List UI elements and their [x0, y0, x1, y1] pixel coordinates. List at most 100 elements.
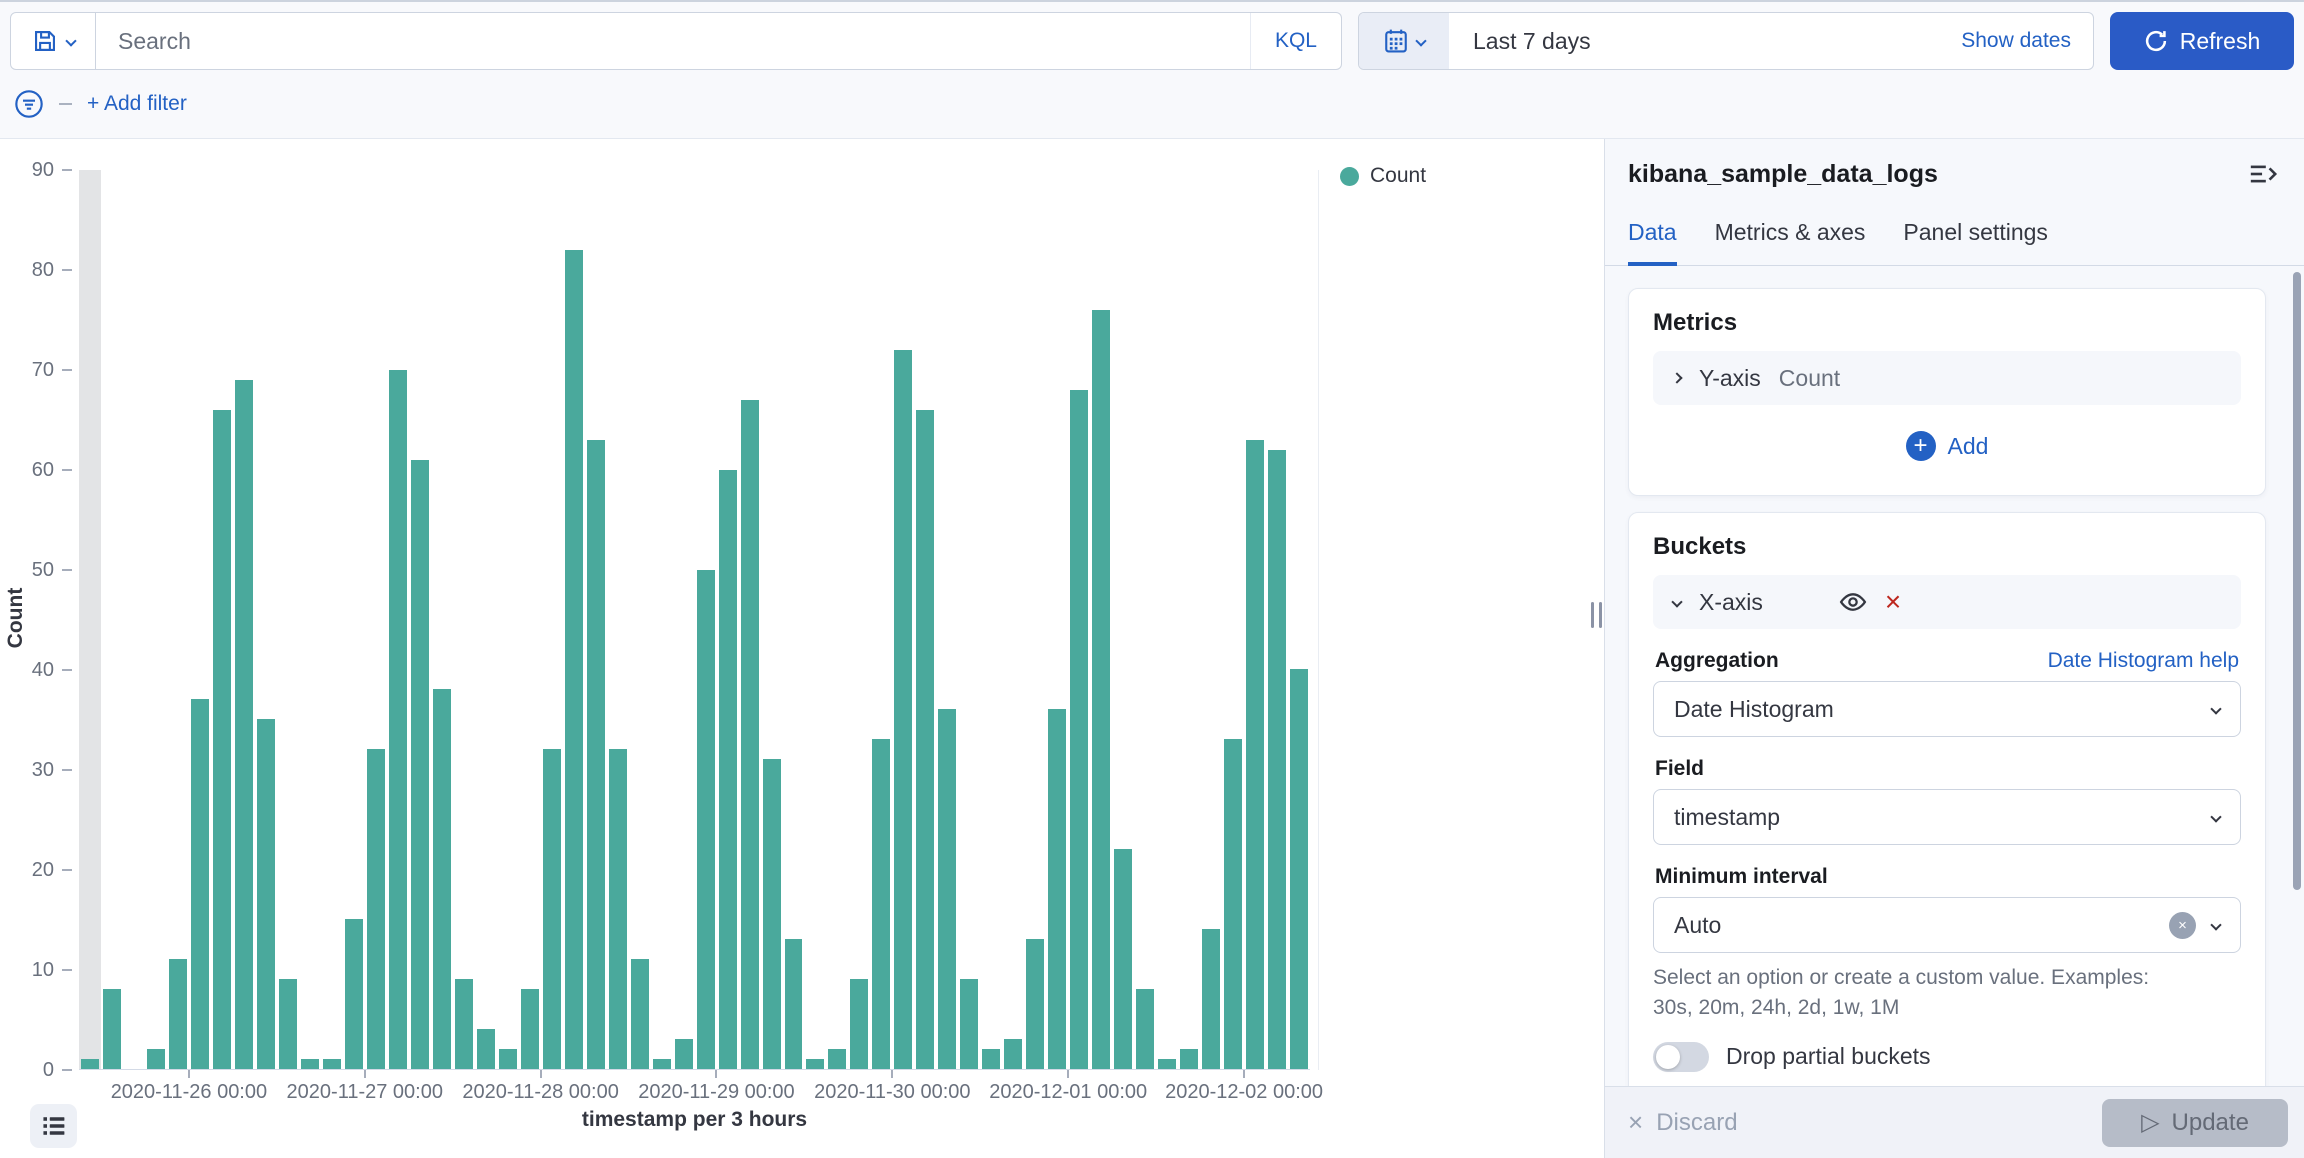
query-bar: KQL Last 7	[10, 12, 2294, 70]
clear-selection-icon[interactable]: ×	[2169, 912, 2196, 939]
metric-y-axis-row[interactable]: Y-axis Count	[1653, 351, 2241, 405]
legend-divider	[1318, 170, 1319, 1070]
tab-panel-settings[interactable]: Panel settings	[1903, 219, 2047, 265]
bar[interactable]	[960, 979, 978, 1069]
bar[interactable]	[433, 689, 451, 1069]
bar[interactable]	[1158, 1059, 1176, 1069]
bar[interactable]	[982, 1049, 1000, 1069]
aggregation-select[interactable]: Date Histogram	[1653, 681, 2241, 737]
bar[interactable]	[894, 350, 912, 1069]
x-tick-label: 2020-12-02 00:00	[1165, 1081, 1323, 1104]
bar[interactable]	[763, 759, 781, 1069]
tab-data[interactable]: Data	[1628, 219, 1677, 266]
bar[interactable]	[1290, 669, 1308, 1069]
x-tick-mark	[540, 1070, 542, 1078]
bar[interactable]	[191, 699, 209, 1069]
collapse-panel-icon[interactable]	[2248, 159, 2278, 189]
kql-language-button[interactable]: KQL	[1250, 13, 1341, 69]
legend-toggle-button[interactable]	[30, 1104, 77, 1148]
bar[interactable]	[653, 1059, 671, 1069]
index-pattern-title: kibana_sample_data_logs	[1628, 160, 1938, 189]
bar[interactable]	[938, 709, 956, 1069]
bar[interactable]	[1202, 929, 1220, 1069]
bar[interactable]	[279, 979, 297, 1069]
bar[interactable]	[1136, 989, 1154, 1069]
histogram-bars[interactable]	[79, 170, 1310, 1069]
bar[interactable]	[235, 380, 253, 1069]
filter-icon[interactable]	[14, 89, 44, 119]
bar[interactable]	[103, 989, 121, 1069]
remove-bucket-icon[interactable]: ×	[1885, 588, 1901, 616]
bar[interactable]	[543, 749, 561, 1069]
date-histogram-help-link[interactable]: Date Histogram help	[2048, 649, 2239, 673]
bar[interactable]	[828, 1049, 846, 1069]
bucket-x-axis-row[interactable]: X-axis ×	[1653, 575, 2241, 629]
bar[interactable]	[1246, 440, 1264, 1069]
bar[interactable]	[850, 979, 868, 1069]
time-range-value[interactable]: Last 7 days	[1449, 28, 1961, 55]
bar[interactable]	[916, 410, 934, 1069]
bar[interactable]	[367, 749, 385, 1069]
bar[interactable]	[609, 749, 627, 1069]
bar[interactable]	[499, 1049, 517, 1069]
bar[interactable]	[1070, 390, 1088, 1069]
bar[interactable]	[806, 1059, 824, 1069]
bar[interactable]	[719, 470, 737, 1069]
bar[interactable]	[213, 410, 231, 1069]
bar[interactable]	[455, 979, 473, 1069]
field-select[interactable]: timestamp	[1653, 789, 2241, 845]
bar[interactable]	[301, 1059, 319, 1069]
x-tick-label: 2020-11-26 00:00	[111, 1081, 267, 1104]
drop-partial-buckets-toggle[interactable]	[1653, 1042, 1709, 1072]
panel-scrollbar[interactable]	[2293, 272, 2301, 890]
bar[interactable]	[741, 400, 759, 1069]
bar[interactable]	[565, 250, 583, 1069]
min-interval-label: Minimum interval	[1655, 865, 1828, 889]
bar[interactable]	[697, 570, 715, 1069]
bar[interactable]	[169, 959, 187, 1069]
min-interval-combobox[interactable]: Auto ×	[1653, 897, 2241, 953]
bar[interactable]	[631, 959, 649, 1069]
bar[interactable]	[389, 370, 407, 1069]
discard-button[interactable]: × Discard	[1628, 1107, 1738, 1138]
bar[interactable]	[345, 919, 363, 1069]
date-quick-menu-button[interactable]	[1359, 13, 1449, 69]
chevron-right-icon	[1671, 372, 1682, 383]
bar[interactable]	[147, 1049, 165, 1069]
bar[interactable]	[1048, 709, 1066, 1069]
panel-scroll-area: Metrics Y-axis Count + Add Buckets X-axi…	[1605, 272, 2304, 1086]
bar[interactable]	[81, 1059, 99, 1069]
add-metric-button[interactable]: + Add	[1653, 417, 2241, 475]
search-input[interactable]	[118, 28, 1250, 55]
bar[interactable]	[411, 460, 429, 1069]
bar[interactable]	[872, 739, 890, 1069]
bar[interactable]	[257, 719, 275, 1069]
show-dates-button[interactable]: Show dates	[1961, 29, 2093, 53]
saved-query-menu-button[interactable]	[10, 12, 96, 70]
panel-resize-handle[interactable]	[1586, 600, 1606, 630]
bar[interactable]	[785, 939, 803, 1069]
bar[interactable]	[323, 1059, 341, 1069]
filter-divider	[59, 103, 72, 105]
bar[interactable]	[1004, 1039, 1022, 1069]
refresh-button[interactable]: Refresh	[2110, 12, 2294, 70]
legend-item-count[interactable]: Count	[1340, 164, 1426, 188]
bar[interactable]	[1180, 1049, 1198, 1069]
bar[interactable]	[587, 440, 605, 1069]
bar[interactable]	[1268, 450, 1286, 1069]
metric-row-label: Y-axis	[1699, 365, 1761, 392]
bar[interactable]	[1026, 939, 1044, 1069]
add-filter-link[interactable]: + Add filter	[87, 92, 187, 116]
chevron-down-icon	[1671, 596, 1682, 607]
bar[interactable]	[477, 1029, 495, 1069]
x-tick-label: 2020-11-28 00:00	[462, 1081, 618, 1104]
search-bar[interactable]: KQL	[96, 12, 1342, 70]
bar[interactable]	[1114, 849, 1132, 1069]
bar[interactable]	[521, 989, 539, 1069]
update-button[interactable]: ▷ Update	[2102, 1099, 2288, 1147]
bar[interactable]	[675, 1039, 693, 1069]
bar[interactable]	[1224, 739, 1242, 1069]
bar[interactable]	[1092, 310, 1110, 1069]
eye-icon[interactable]	[1839, 588, 1867, 616]
tab-metrics-axes[interactable]: Metrics & axes	[1715, 219, 1866, 265]
